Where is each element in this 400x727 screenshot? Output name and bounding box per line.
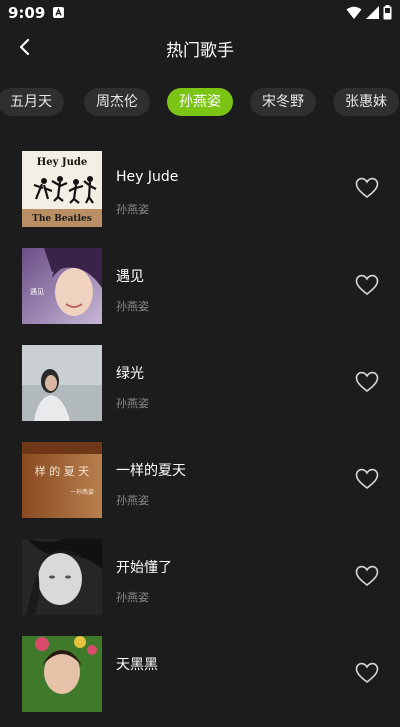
album-cover: 遇见 [22, 248, 102, 324]
favorite-button[interactable] [355, 662, 379, 684]
singer-tab[interactable]: 宋冬野 [250, 88, 316, 116]
song-title: 遇见 [116, 269, 144, 285]
album-cover: 样 的 夏 天 一孙燕姿 [22, 442, 102, 518]
cover-subtitle: The Beatles [32, 214, 92, 224]
battery-icon [383, 5, 392, 20]
status-time: 9:09 [8, 4, 46, 22]
status-icons [346, 5, 392, 20]
cover-subtitle: 一孙燕姿 [70, 488, 94, 496]
song-row[interactable]: Hey Jude The Beatles Hey Jude 孙燕姿 [0, 145, 400, 242]
singer-tab[interactable]: 五月天 [0, 88, 64, 116]
heart-outline-icon [355, 177, 379, 199]
singer-tab[interactable]: 周杰伦 [84, 88, 150, 116]
song-title: 开始懂了 [116, 560, 172, 576]
song-artist: 孙燕姿 [116, 300, 149, 313]
album-cover [22, 539, 102, 615]
heart-outline-icon [355, 371, 379, 393]
heart-outline-icon [355, 468, 379, 490]
song-row[interactable]: 样 的 夏 天 一孙燕姿 一样的夏天 孙燕姿 [0, 436, 400, 533]
song-artist: 孙燕姿 [116, 591, 149, 604]
song-artist: 孙燕姿 [116, 203, 149, 216]
app-header: 热门歌手 [0, 26, 400, 70]
song-title: 绿光 [116, 366, 144, 382]
status-bar: 9:09 [0, 0, 400, 26]
heart-outline-icon [355, 565, 379, 587]
cover-title: Hey Jude [37, 157, 87, 168]
favorite-button[interactable] [355, 565, 379, 587]
favorite-button[interactable] [355, 274, 379, 296]
album-cover: Hey Jude The Beatles [22, 151, 102, 227]
favorite-button[interactable] [355, 371, 379, 393]
song-row[interactable]: 开始懂了 孙燕姿 [0, 533, 400, 630]
song-row[interactable]: 绿光 孙燕姿 [0, 339, 400, 436]
song-row[interactable]: 遇见 遇见 孙燕姿 [0, 242, 400, 339]
cover-text: 样 的 夏 天 [35, 464, 90, 478]
song-title: Hey Jude [116, 169, 179, 185]
heart-outline-icon [355, 662, 379, 684]
album-cover [22, 345, 102, 421]
favorite-button[interactable] [355, 177, 379, 199]
page-title: 热门歌手 [166, 41, 234, 61]
song-title: 一样的夏天 [116, 463, 186, 479]
favorite-button[interactable] [355, 468, 379, 490]
singer-tab-selected[interactable]: 孙燕姿 [167, 88, 233, 116]
heart-outline-icon [355, 274, 379, 296]
singer-tab[interactable]: 张惠妹 [333, 88, 399, 116]
cover-text: 遇见 [30, 288, 44, 296]
song-row[interactable]: 天黑黑 [0, 630, 400, 727]
song-artist: 孙燕姿 [116, 494, 149, 507]
wifi-icon [346, 6, 362, 19]
album-cover [22, 636, 102, 712]
song-title: 天黑黑 [116, 657, 158, 673]
singer-tabs: 五月天 周杰伦 孙燕姿 宋冬野 张惠妹 [0, 88, 400, 118]
signal-icon [366, 6, 379, 19]
song-artist: 孙燕姿 [116, 397, 149, 410]
notification-a-icon [53, 7, 64, 18]
